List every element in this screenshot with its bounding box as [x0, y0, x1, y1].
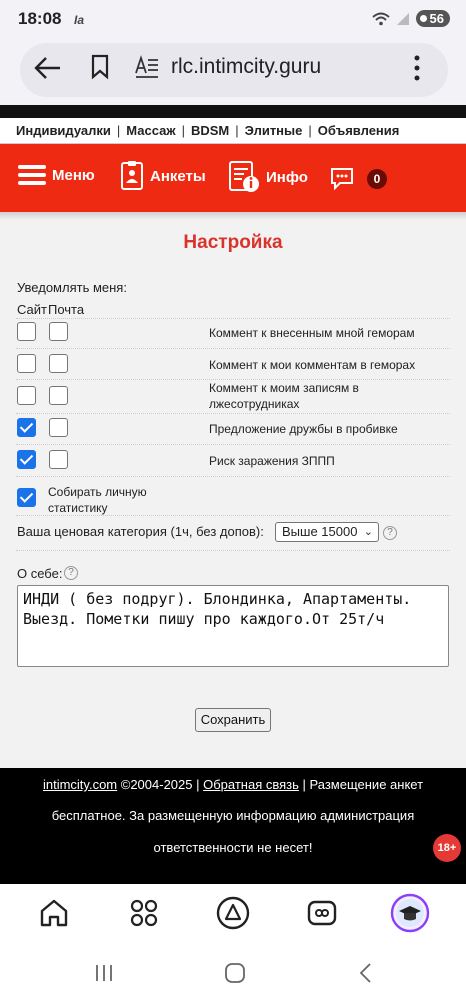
battery-indicator: 56	[415, 10, 450, 27]
info-document-icon	[229, 161, 259, 192]
tabs-icon[interactable]	[302, 893, 342, 933]
option-2-mail-checkbox[interactable]	[49, 354, 68, 373]
apps-grid-icon[interactable]	[124, 893, 164, 933]
reader-mode-icon[interactable]	[134, 55, 160, 79]
column-mail-header: Почта	[48, 302, 85, 317]
footer-line-3: ответственности не несет!	[153, 840, 313, 855]
category-ads[interactable]: Объявления	[312, 123, 406, 138]
category-massage[interactable]: Массаж	[120, 123, 181, 138]
age-18-badge: 18+	[433, 834, 461, 862]
footer-feedback-link[interactable]: Обратная связь	[203, 777, 299, 792]
back-arrow-icon[interactable]	[33, 53, 63, 83]
messages-count-badge: 0	[367, 169, 387, 189]
profiles-button[interactable]: Анкеты	[120, 161, 206, 191]
profile-avatar-icon[interactable]	[390, 893, 430, 933]
option-3-label: Коммент к моим записям в лжесотрудниках	[209, 381, 359, 411]
option-5-site-checkbox[interactable]	[17, 450, 36, 469]
about-label: О себе:	[17, 566, 63, 581]
page-title: Настройка	[183, 232, 283, 253]
category-nav: Индивидуалки | Массаж | BDSM | Элитные |…	[0, 118, 466, 144]
option-3-mail-checkbox[interactable]	[49, 386, 68, 405]
about-textarea[interactable]: ИНДИ ( без подруг). Блондинка, Апартамен…	[17, 585, 449, 667]
about-help-icon[interactable]: ?	[64, 566, 78, 580]
row-divider	[16, 348, 450, 349]
option-4-site-checkbox[interactable]	[17, 418, 36, 437]
back-nav-icon[interactable]	[355, 962, 377, 984]
price-select[interactable]: Выше 15000 ⌄	[275, 522, 379, 542]
column-site-header: Сайт	[17, 302, 47, 317]
footer-line-2: бесплатное. За размещенную информацию ад…	[51, 808, 415, 823]
chevron-down-icon: ⌄	[363, 526, 373, 538]
profile-card-icon	[121, 161, 143, 190]
home-nav-icon[interactable]	[224, 962, 246, 984]
category-bdsm[interactable]: BDSM	[185, 123, 235, 138]
option-1-site-checkbox[interactable]	[17, 322, 36, 341]
messages-icon[interactable]	[330, 166, 354, 190]
option-2-site-checkbox[interactable]	[17, 354, 36, 373]
menu-label: Меню	[52, 166, 95, 184]
bookmark-icon[interactable]	[90, 54, 110, 80]
signal-icon	[396, 12, 409, 25]
price-select-value: Выше 15000	[282, 524, 358, 539]
row-divider	[16, 413, 450, 414]
hamburger-icon	[18, 165, 46, 185]
footer-placement-text: | Размещение анкет	[302, 777, 424, 792]
category-individuals[interactable]: Индивидуалки	[10, 123, 117, 138]
save-button[interactable]: Сохранить	[195, 708, 271, 732]
option-2-label: Коммент к мои комментам в геморах	[209, 358, 416, 372]
row-divider	[16, 444, 450, 445]
info-button[interactable]: Инфо	[228, 160, 308, 194]
more-menu-icon[interactable]	[410, 53, 424, 83]
status-bar: 18:08 Ia 56	[0, 0, 466, 40]
site-top-strip	[0, 105, 466, 118]
option-1-label: Коммент к внесенным мной геморам	[209, 326, 415, 340]
menu-shadow	[0, 212, 466, 220]
option-3-site-checkbox[interactable]	[17, 386, 36, 405]
stats-checkbox[interactable]	[17, 488, 36, 507]
option-4-mail-checkbox[interactable]	[49, 418, 68, 437]
recent-apps-icon[interactable]	[93, 962, 115, 984]
price-help-icon[interactable]: ?	[383, 526, 397, 540]
row-divider	[16, 318, 450, 319]
status-time: 18:08	[18, 9, 62, 28]
footer-site-link[interactable]: intimcity.com	[43, 777, 117, 792]
row-divider	[16, 515, 450, 516]
row-divider	[16, 550, 450, 551]
menu-button[interactable]: Меню	[18, 164, 95, 186]
home-icon[interactable]	[34, 893, 74, 933]
option-5-mail-checkbox[interactable]	[49, 450, 68, 469]
stats-label: Собирать личную статистику	[48, 485, 147, 515]
footer-copyright: ©2004-2025 |	[120, 777, 200, 792]
url-text[interactable]: rlc.intimcity.guru	[171, 55, 321, 79]
assistant-icon[interactable]	[213, 893, 253, 933]
info-label: Инфо	[266, 168, 308, 186]
wifi-icon	[371, 12, 390, 25]
site-footer: intimcity.com ©2004-2025 | Обратная связ…	[0, 768, 466, 884]
profiles-label: Анкеты	[150, 167, 206, 185]
status-notification: Ia	[74, 13, 85, 27]
option-4-label: Предложение дружбы в пробивке	[209, 422, 398, 436]
option-5-label: Риск заражения ЗППП	[209, 454, 335, 468]
row-divider	[16, 476, 450, 477]
footer-line-1: intimcity.com ©2004-2025 | Обратная связ…	[0, 777, 466, 792]
category-elite[interactable]: Элитные	[239, 123, 309, 138]
price-label: Ваша ценовая категория (1ч, без допов):	[17, 524, 264, 539]
status-icons: 56	[371, 10, 450, 27]
notify-label: Уведомлять меня:	[17, 280, 127, 295]
option-1-mail-checkbox[interactable]	[49, 322, 68, 341]
